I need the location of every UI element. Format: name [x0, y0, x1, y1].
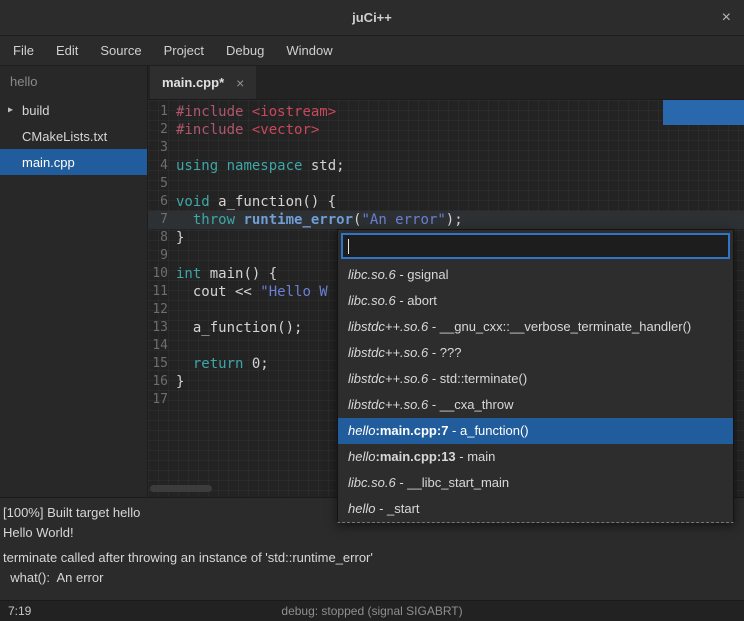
tab-close-icon[interactable]: ×: [236, 75, 244, 91]
line-number: 17: [148, 391, 176, 409]
line-number: 9: [148, 247, 176, 265]
stack-list: libc.so.6 - gsignallibc.so.6 - abortlibs…: [338, 262, 733, 522]
code-line[interactable]: 1#include <iostream>: [148, 103, 744, 121]
line-number: 15: [148, 355, 176, 373]
stack-item[interactable]: libstdc++.so.6 - std::terminate(): [338, 366, 733, 392]
stack-item[interactable]: libc.so.6 - abort: [338, 288, 733, 314]
line-number: 2: [148, 121, 176, 139]
horizontal-scrollbar-thumb[interactable]: [150, 485, 212, 492]
tree-item-label: CMakeLists.txt: [22, 129, 107, 144]
line-number: 16: [148, 373, 176, 391]
output-line: what(): An error: [3, 568, 740, 588]
sidebar-item-cmakelists[interactable]: CMakeLists.txt: [0, 123, 147, 149]
output-line: terminate called after throwing an insta…: [3, 548, 740, 568]
menu-window[interactable]: Window: [275, 36, 343, 65]
tab-label: main.cpp*: [162, 75, 224, 90]
vertical-scrollbar-thumb[interactable]: [663, 100, 744, 125]
code-line[interactable]: 3: [148, 139, 744, 157]
stack-item[interactable]: libc.so.6 - __libc_start_main: [338, 470, 733, 496]
stack-filter-input[interactable]: [341, 233, 730, 259]
line-number: 6: [148, 193, 176, 211]
tree-item-label: build: [22, 103, 49, 118]
tree-item-label: main.cpp: [22, 155, 75, 170]
line-number: 5: [148, 175, 176, 193]
line-number: 13: [148, 319, 176, 337]
code-line[interactable]: 2#include <vector>: [148, 121, 744, 139]
output-line: Hello World!: [3, 523, 740, 543]
stack-item[interactable]: hello:main.cpp:7 - a_function(): [338, 418, 733, 444]
sidebar-item-build[interactable]: ▸ build: [0, 97, 147, 123]
debug-status: debug: stopped (signal SIGABRT): [281, 604, 462, 618]
tabbar: main.cpp* ×: [148, 66, 744, 100]
stack-item[interactable]: libc.so.6 - gsignal: [338, 262, 733, 288]
statusbar: 7:19 debug: stopped (signal SIGABRT): [0, 600, 744, 621]
stack-item[interactable]: libstdc++.so.6 - __gnu_cxx::__verbose_te…: [338, 314, 733, 340]
window-title: juCi++: [352, 10, 392, 25]
stack-item[interactable]: hello - _start: [338, 496, 733, 522]
titlebar: juCi++ ×: [0, 0, 744, 36]
code-line[interactable]: 7 throw runtime_error("An error");: [148, 211, 744, 229]
code-line[interactable]: 4using namespace std;: [148, 157, 744, 175]
menu-edit[interactable]: Edit: [45, 36, 89, 65]
menu-file[interactable]: File: [2, 36, 45, 65]
code-line[interactable]: 6void a_function() {: [148, 193, 744, 211]
code-line[interactable]: 5: [148, 175, 744, 193]
menu-project[interactable]: Project: [153, 36, 215, 65]
menubar: File Edit Source Project Debug Window: [0, 36, 744, 66]
text-caret: [348, 239, 349, 254]
line-number: 3: [148, 139, 176, 157]
line-number: 8: [148, 229, 176, 247]
line-number: 14: [148, 337, 176, 355]
line-number: 11: [148, 283, 176, 301]
sidebar-item-maincpp[interactable]: main.cpp: [0, 149, 147, 175]
line-number: 1: [148, 103, 176, 121]
line-number: 4: [148, 157, 176, 175]
line-number: 10: [148, 265, 176, 283]
line-number: 12: [148, 301, 176, 319]
expander-icon[interactable]: ▸: [8, 105, 13, 116]
project-name: hello: [0, 66, 147, 97]
menu-debug[interactable]: Debug: [215, 36, 275, 65]
stacktrace-popup: libc.so.6 - gsignallibc.so.6 - abortlibs…: [337, 229, 734, 523]
file-tree-sidebar: hello ▸ build CMakeLists.txt main.cpp: [0, 66, 148, 497]
stack-item[interactable]: hello:main.cpp:13 - main: [338, 444, 733, 470]
cursor-position: 7:19: [0, 604, 31, 618]
line-number: 7: [148, 211, 176, 229]
stack-item[interactable]: libstdc++.so.6 - __cxa_throw: [338, 392, 733, 418]
menu-source[interactable]: Source: [89, 36, 152, 65]
close-window-icon[interactable]: ×: [722, 10, 731, 26]
tab-maincpp[interactable]: main.cpp* ×: [150, 66, 256, 99]
stack-item[interactable]: libstdc++.so.6 - ???: [338, 340, 733, 366]
